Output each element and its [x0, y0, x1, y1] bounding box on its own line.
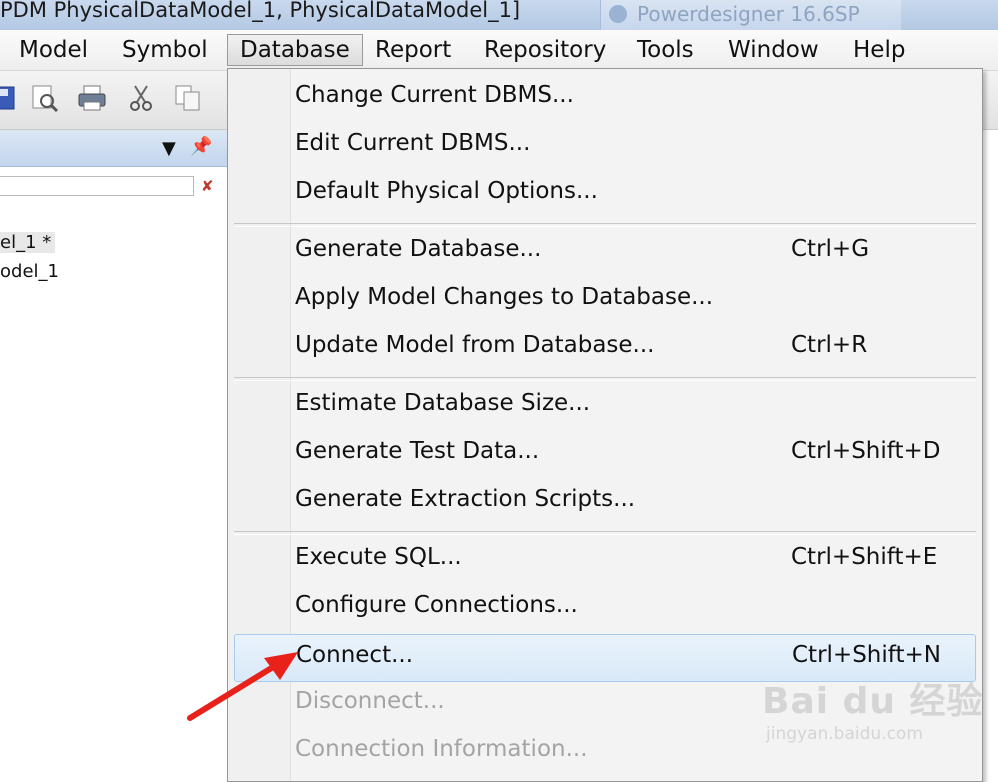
menu-item-change-current-dbms[interactable]: Change Current DBMS...: [234, 77, 976, 119]
tree-item-model[interactable]: el_1 *: [0, 232, 56, 253]
browser-search-input[interactable]: [0, 176, 194, 196]
menu-database[interactable]: Database: [227, 34, 363, 66]
window-title: PDM PhysicalDataModel_1, PhysicalDataMod…: [0, 0, 521, 22]
menu-item-update-model-from-database[interactable]: Update Model from Database... Ctrl+R: [234, 327, 976, 369]
menu-item-estimate-database-size[interactable]: Estimate Database Size...: [234, 385, 976, 427]
menu-item-execute-sql[interactable]: Execute SQL... Ctrl+Shift+E: [234, 539, 976, 581]
watermark-url: jingyan.baidu.com: [766, 724, 923, 744]
save-icon[interactable]: [0, 83, 18, 113]
menu-repository[interactable]: Repository: [484, 34, 606, 66]
menu-separator: [234, 531, 976, 535]
app-icon: [609, 5, 627, 23]
title-bar: PDM PhysicalDataModel_1, PhysicalDataMod…: [0, 0, 998, 30]
filter-icon[interactable]: ✘: [201, 177, 214, 195]
menu-help[interactable]: Help: [853, 34, 905, 66]
taskbar-tab-title: Powerdesigner 16.6SP: [637, 2, 860, 26]
cut-icon[interactable]: [126, 83, 156, 113]
menu-separator: [234, 223, 976, 227]
shortcut-connect: Ctrl+Shift+N: [792, 642, 941, 668]
shortcut-update-model: Ctrl+R: [791, 332, 868, 358]
shortcut-generate-database: Ctrl+G: [791, 236, 870, 262]
menu-report[interactable]: Report: [375, 34, 451, 66]
watermark-brand: Bai du 经验: [762, 681, 984, 722]
shortcut-generate-test-data: Ctrl+Shift+D: [791, 438, 941, 464]
menu-item-edit-current-dbms[interactable]: Edit Current DBMS...: [234, 125, 976, 167]
menu-tools[interactable]: Tools: [637, 34, 694, 66]
browser-panel-header: ▼ 📌: [0, 130, 232, 167]
menu-symbol[interactable]: Symbol: [122, 34, 208, 66]
menu-model[interactable]: Model: [19, 34, 88, 66]
menu-item-generate-database[interactable]: Generate Database... Ctrl+G: [234, 231, 976, 273]
menu-item-default-physical-options[interactable]: Default Physical Options...: [234, 173, 976, 215]
dropdown-arrow-icon[interactable]: ▼: [162, 138, 176, 159]
baidu-watermark: Bai du 经验 jingyan.baidu.com: [762, 672, 984, 744]
print-preview-icon[interactable]: [30, 83, 60, 113]
menu-item-configure-connections[interactable]: Configure Connections...: [234, 587, 976, 629]
menu-window[interactable]: Window: [728, 34, 819, 66]
taskbar-tab[interactable]: Powerdesigner 16.6SP: [600, 0, 901, 30]
print-icon[interactable]: [77, 83, 107, 113]
tree-item-model-2[interactable]: odel_1: [0, 261, 59, 282]
menu-item-generate-test-data[interactable]: Generate Test Data... Ctrl+Shift+D: [234, 433, 976, 475]
menu-item-generate-extraction-scripts[interactable]: Generate Extraction Scripts...: [234, 481, 976, 523]
menu-item-apply-model-changes[interactable]: Apply Model Changes to Database...: [234, 279, 976, 321]
annotation-arrow-icon: [187, 652, 298, 721]
shortcut-execute-sql: Ctrl+Shift+E: [791, 544, 938, 570]
copy-icon[interactable]: [173, 83, 203, 113]
pin-icon[interactable]: 📌: [190, 136, 212, 157]
menu-bar: Model Symbol Database Report Repository …: [0, 30, 998, 71]
menu-separator: [234, 377, 976, 381]
